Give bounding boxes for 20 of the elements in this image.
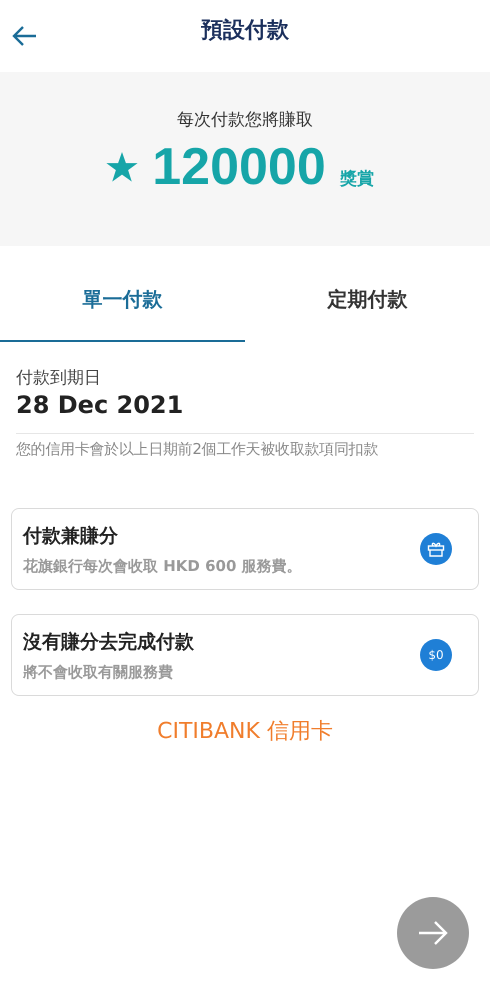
rewards-caption: 每次付款您將賺取 — [177, 109, 313, 131]
payment-option-card[interactable]: 付款兼賺分 花旗銀行每次會收取 HKD 600 服務費。 — [11, 508, 479, 590]
star-icon — [106, 152, 138, 182]
page-title: 預設付款 — [201, 17, 289, 45]
tab[interactable]: 單一付款 — [0, 258, 245, 342]
payment-option-card[interactable]: 沒有賺分去完成付款 將不會收取有關服務費 $0 — [11, 614, 479, 696]
option-subtitle: 將不會收取有關服務費 — [23, 662, 174, 682]
rewards-unit: 獎賞 — [340, 168, 374, 190]
back-arrow-icon — [11, 25, 37, 47]
right-arrow-icon — [417, 920, 449, 946]
due-date: 28 Dec 2021 — [16, 391, 184, 419]
tab[interactable]: 定期付款 — [245, 258, 490, 342]
option-title: 沒有賺分去完成付款 — [23, 630, 195, 654]
due-date-label: 付款到期日 — [16, 367, 102, 389]
option-subtitle: 花旗銀行每次會收取 HKD 600 服務費。 — [23, 556, 303, 576]
fee-icon: $0 — [420, 639, 452, 671]
due-date-note: 您的信用卡會於以上日期前2個工作天被收取款項同扣款 — [16, 440, 380, 459]
card-name: CITIBANK 信用卡 — [156, 718, 334, 746]
option-title: 付款兼賺分 — [23, 524, 119, 548]
rewards-amount: 120000 — [152, 137, 326, 197]
